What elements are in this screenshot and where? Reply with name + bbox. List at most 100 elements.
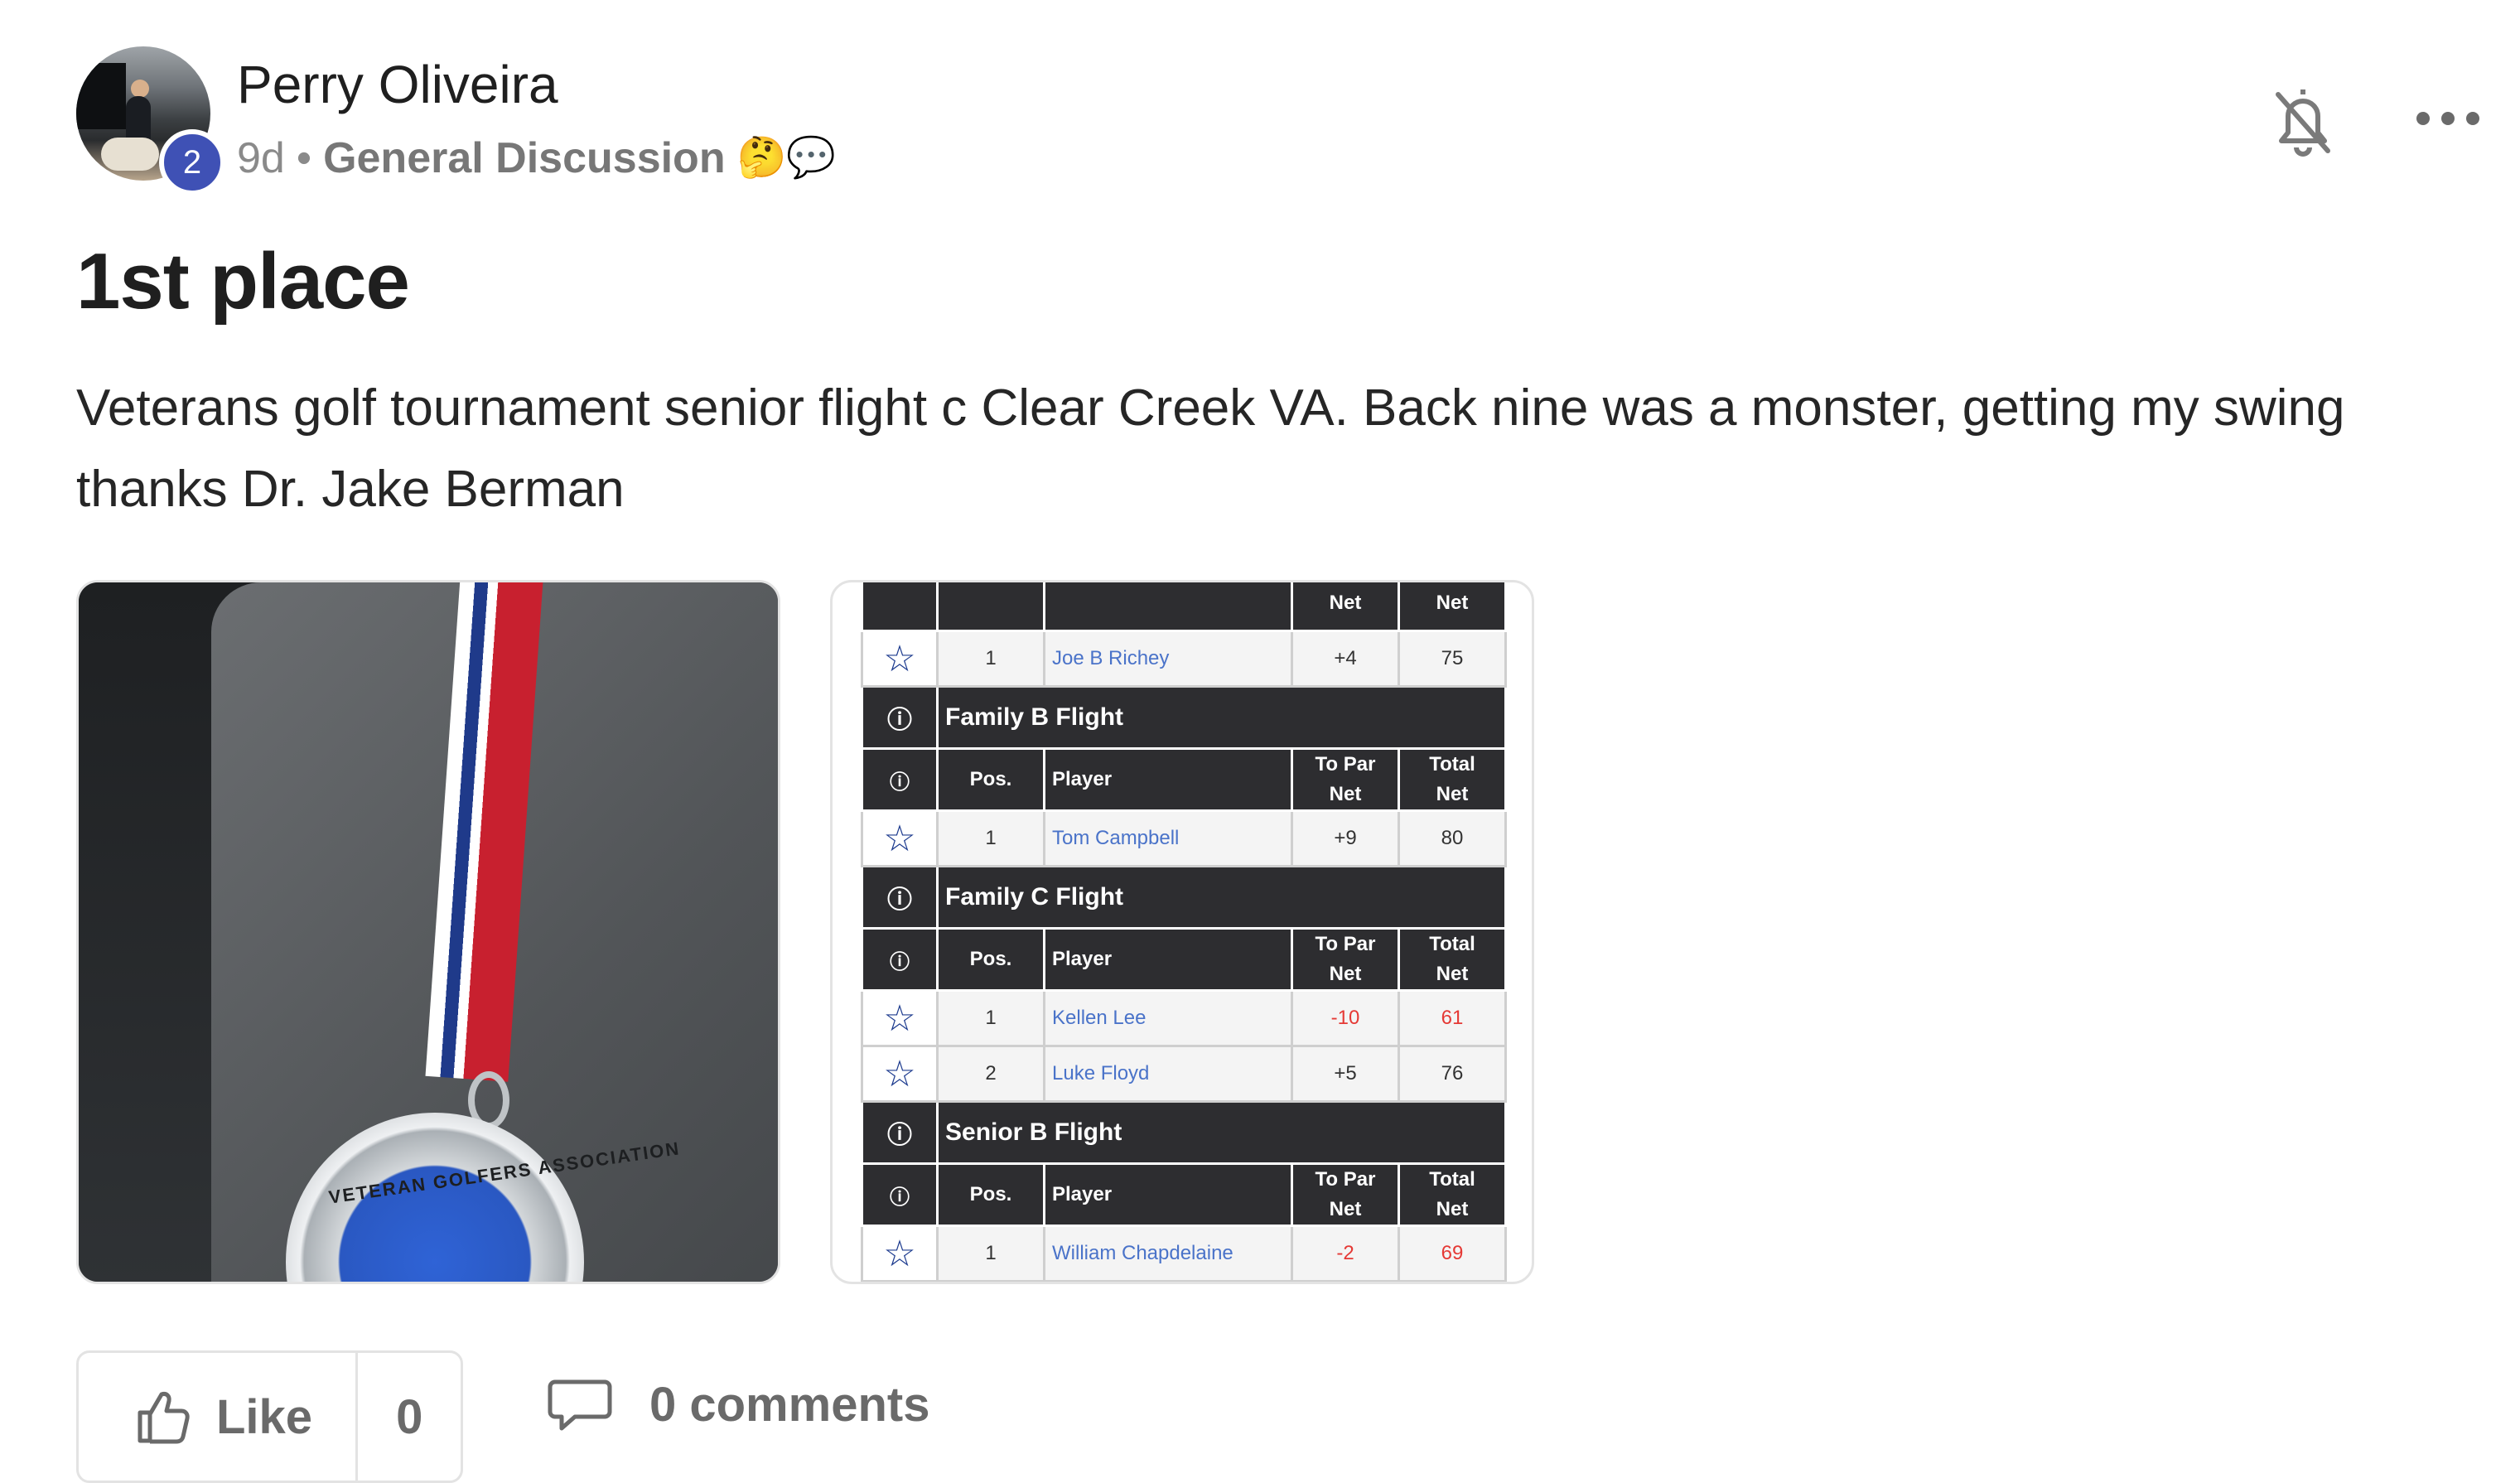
player-cell: Kellen Lee	[1043, 989, 1293, 1047]
pos-cell: 1	[936, 989, 1045, 1047]
table-header-row: Net Net	[861, 582, 1507, 632]
pos-header: Pos.	[936, 927, 1045, 992]
post-meta: 9d • General Discussion 🤔💬	[237, 129, 836, 187]
pos-header: Pos.	[936, 1162, 1045, 1227]
header-cell	[861, 582, 939, 632]
to-par-header: To Par Net	[1291, 1162, 1400, 1227]
pos-cell: 1	[936, 1225, 1045, 1282]
leaderboard-table: Net Net ☆ 1 Joe B Richey +4 75 ⓘ Family …	[861, 582, 1507, 1282]
net-label: Net	[1436, 963, 1469, 985]
author-name[interactable]: Perry Oliveira	[237, 51, 558, 118]
player-cell: Joe B Richey	[1043, 630, 1293, 688]
header-cell	[936, 582, 1045, 632]
to-par-cell: +5	[1291, 1045, 1400, 1103]
star-outline-icon: ☆	[861, 1045, 939, 1103]
total-header: Net	[1398, 582, 1507, 632]
table-header-row: ⓘ Pos. Player To Par Net Total Net	[861, 1162, 1507, 1227]
to-par-label: To Par	[1315, 1168, 1376, 1191]
total-header: Total Net	[1398, 927, 1507, 992]
meta-separator: •	[296, 134, 312, 182]
avatar-cart	[76, 63, 126, 129]
info-icon: ⓘ	[861, 747, 939, 812]
post-age: 9d	[237, 134, 285, 182]
player-header: Player	[1043, 1162, 1293, 1227]
medal-photo[interactable]: VETERAN GOLFERS ASSOCIATION	[76, 580, 780, 1284]
total-label: Total	[1429, 1168, 1475, 1191]
flight-name: Family C Flight	[936, 865, 1507, 930]
total-cell: 69	[1398, 1225, 1507, 1282]
to-par-cell: -10	[1291, 989, 1400, 1047]
player-header: Player	[1043, 927, 1293, 992]
net-label: Net	[1329, 783, 1362, 805]
net-label: Net	[1329, 1198, 1362, 1220]
pos-cell: 2	[936, 1045, 1045, 1103]
category-link[interactable]: General Discussion	[323, 129, 726, 187]
total-header: Total Net	[1398, 747, 1507, 812]
table-row: ☆ 1 Kellen Lee -10 61	[861, 989, 1507, 1047]
like-count: 0	[396, 1389, 423, 1444]
table-row: ☆ 1 William Chapdelaine -2 69	[861, 1225, 1507, 1282]
to-par-label: To Par	[1315, 933, 1376, 955]
total-cell: 75	[1398, 630, 1507, 688]
flight-name: Family B Flight	[936, 685, 1507, 750]
to-par-cell: -2	[1291, 1225, 1400, 1282]
star-outline-icon: ☆	[861, 630, 939, 688]
total-header: Total Net	[1398, 1162, 1507, 1227]
post-body: Veterans golf tournament senior flight c…	[76, 379, 2345, 518]
total-cell: 61	[1398, 989, 1507, 1047]
to-par-cell: +9	[1291, 809, 1400, 867]
net-label: Net	[1436, 783, 1469, 805]
avatar-head	[131, 80, 149, 98]
player-cell: William Chapdelaine	[1043, 1225, 1293, 1282]
table-row: ☆ 2 Luke Floyd +5 76	[861, 1045, 1507, 1103]
to-par-header: To Par Net	[1291, 747, 1400, 812]
table-header-row: ⓘ Pos. Player To Par Net Total Net	[861, 927, 1507, 992]
total-label: Total	[1429, 933, 1475, 955]
more-horizontal-icon[interactable]	[2411, 98, 2485, 139]
player-cell: Tom Campbell	[1043, 809, 1293, 867]
comments-button[interactable]: 0 comments	[547, 1375, 929, 1433]
like-control: Like 0	[76, 1350, 464, 1483]
info-icon: ⓘ	[861, 865, 939, 930]
flight-row: ⓘ Senior B Flight	[861, 1100, 1507, 1165]
total-cell: 76	[1398, 1045, 1507, 1103]
table-header-row: ⓘ Pos. Player To Par Net Total Net	[861, 747, 1507, 812]
info-icon: ⓘ	[861, 1100, 939, 1165]
pos-header: Pos.	[936, 747, 1045, 812]
post-actions: Like 0	[76, 1350, 464, 1483]
comments-label: 0 comments	[649, 1377, 930, 1432]
bell-off-icon[interactable]	[2270, 83, 2336, 157]
flight-name: Senior B Flight	[936, 1100, 1507, 1165]
total-label: Total	[1429, 753, 1475, 775]
to-par-label: To Par	[1315, 753, 1376, 775]
table-row: ☆ 1 Tom Campbell +9 80	[861, 809, 1507, 867]
to-par-cell: +4	[1291, 630, 1400, 688]
player-header: Player	[1043, 747, 1293, 812]
to-par-header: To Par Net	[1291, 927, 1400, 992]
star-outline-icon: ☆	[861, 1225, 939, 1282]
header-cell	[1043, 582, 1293, 632]
comment-icon	[548, 1379, 612, 1431]
star-outline-icon: ☆	[861, 809, 939, 867]
to-par-header: Net	[1291, 582, 1400, 632]
like-label: Like	[216, 1389, 313, 1444]
post-title: 1st place	[76, 237, 410, 326]
like-button[interactable]: Like	[79, 1353, 359, 1481]
flight-row: ⓘ Family C Flight	[861, 865, 1507, 930]
pos-cell: 1	[936, 630, 1045, 688]
avatar-dog	[101, 138, 159, 171]
player-cell: Luke Floyd	[1043, 1045, 1293, 1103]
thumbs-up-icon	[138, 1392, 190, 1444]
total-cell: 80	[1398, 809, 1507, 867]
info-icon: ⓘ	[861, 927, 939, 992]
pos-cell: 1	[936, 809, 1045, 867]
author-avatar[interactable]: 2	[76, 46, 225, 196]
info-icon: ⓘ	[861, 685, 939, 750]
table-row: ☆ 1 Joe B Richey +4 75	[861, 630, 1507, 688]
star-outline-icon: ☆	[861, 989, 939, 1047]
net-label: Net	[1436, 1198, 1469, 1220]
flight-row: ⓘ Family B Flight	[861, 685, 1507, 750]
leaderboard-screenshot[interactable]: Net Net ☆ 1 Joe B Richey +4 75 ⓘ Family …	[830, 580, 1534, 1284]
category-emoji: 🤔💬	[736, 136, 837, 180]
net-label: Net	[1329, 963, 1362, 985]
